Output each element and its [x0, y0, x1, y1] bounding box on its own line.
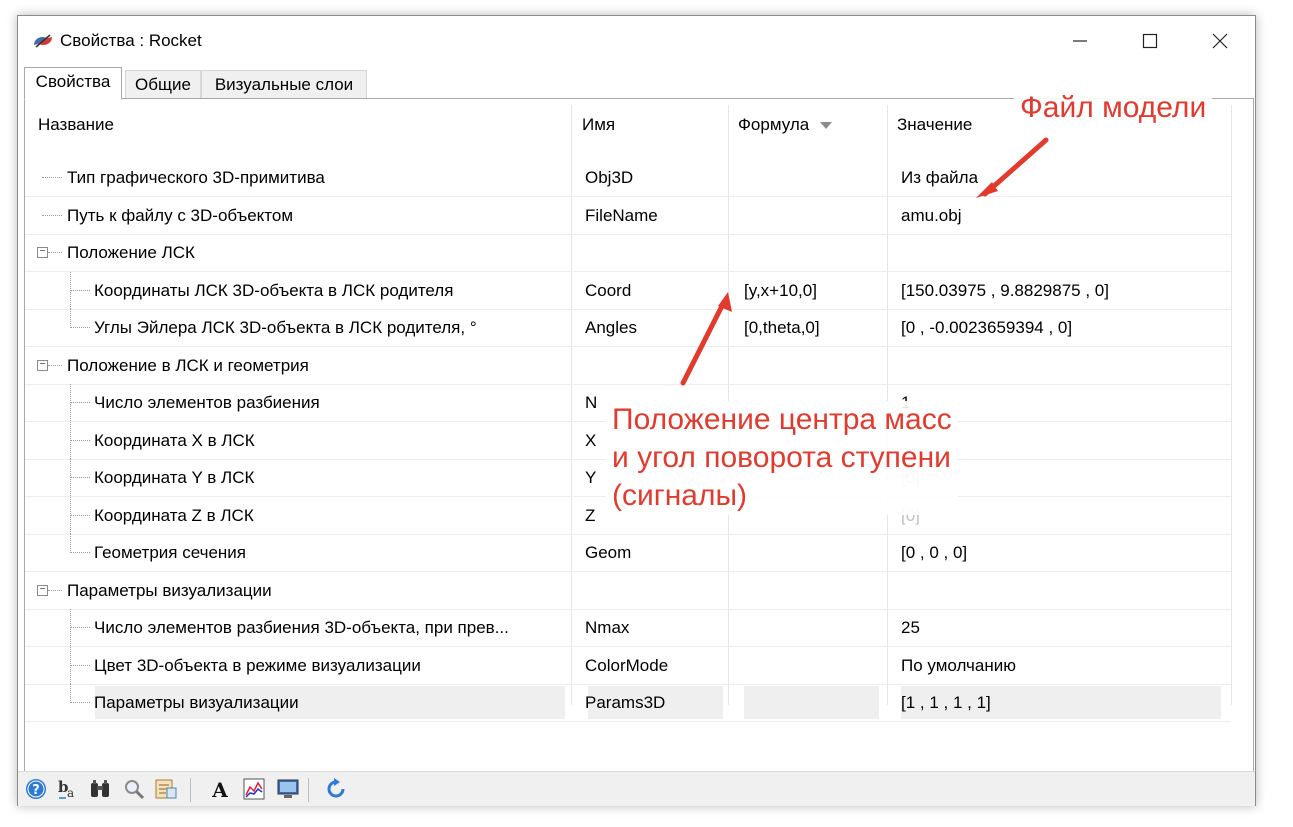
tab-properties[interactable]: Свойства [24, 67, 122, 100]
annotation-line: Положение центра масс [612, 403, 952, 436]
annotation-line: и угол поворота ступени [612, 441, 951, 474]
annotation-model-file: Файл модели [1014, 90, 1213, 126]
annotation-line: (сигналы) [612, 479, 747, 512]
arrow-to-formula [680, 299, 727, 386]
annotation-center-of-mass: Положение центра масс и угол поворота ст… [606, 401, 958, 515]
